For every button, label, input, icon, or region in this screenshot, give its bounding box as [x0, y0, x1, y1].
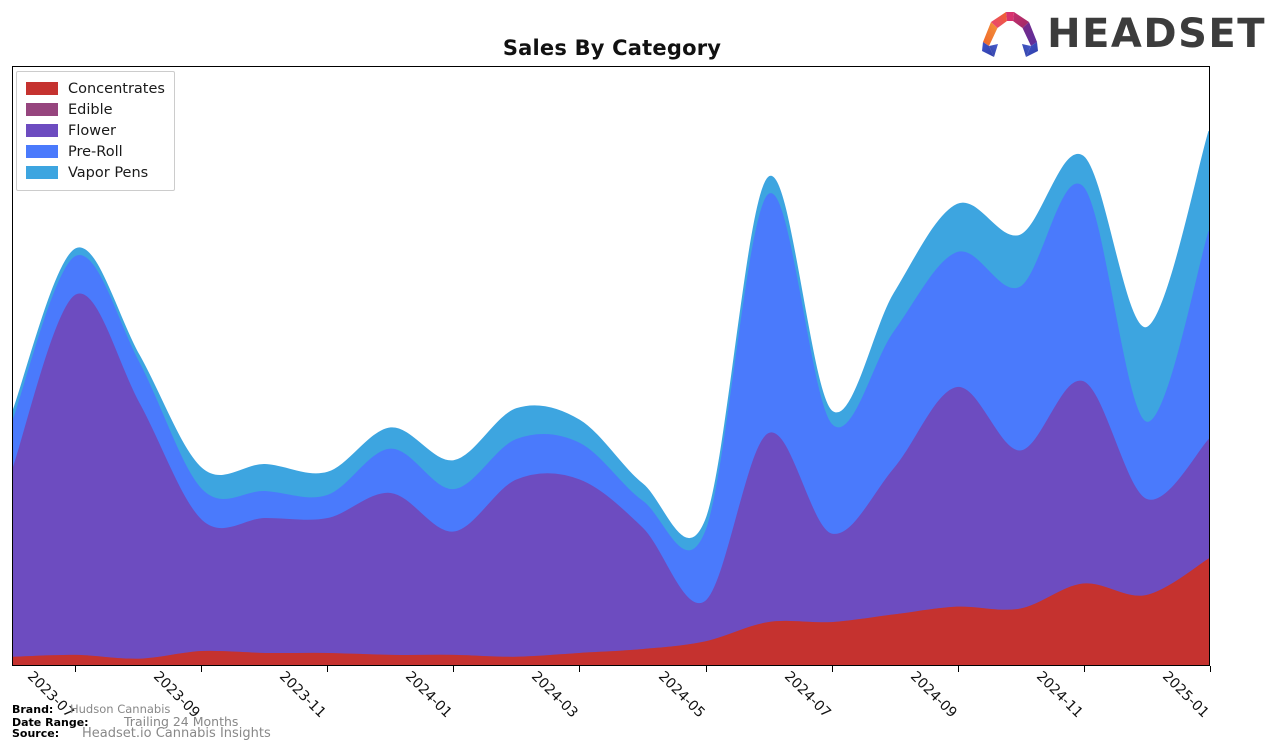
footer-key: Source: — [12, 727, 60, 741]
legend-item[interactable]: Concentrates — [26, 78, 165, 99]
x-axis-tick-label: 2024-03 — [528, 668, 582, 722]
area-series-group — [13, 130, 1209, 665]
x-axis-tick-label: 2024-11 — [1032, 668, 1086, 722]
x-axis-tick-label: 2024-07 — [780, 668, 834, 722]
x-axis-tick — [957, 666, 959, 672]
x-axis-tick-label: 2023-11 — [276, 668, 329, 722]
headset-logo-icon — [982, 12, 1039, 57]
legend-swatch-icon — [26, 82, 58, 95]
chart-footer: Brand: Hudson Cannabis Date Range: Trailing… — [12, 703, 271, 742]
legend-item-label: Concentrates — [68, 80, 165, 97]
x-axis-tick-label: 2024-05 — [654, 668, 708, 722]
legend-item-label: Vapor Pens — [68, 164, 149, 181]
legend-item-label: Pre-Roll — [68, 143, 123, 160]
legend-item[interactable]: Vapor Pens — [26, 162, 165, 183]
x-axis-tick — [831, 666, 833, 672]
legend-item-label: Flower — [68, 122, 116, 139]
x-axis-tick — [705, 666, 707, 672]
legend-swatch-icon — [26, 145, 58, 158]
chart-page: Sales By Category HEADSET Concentrates E… — [0, 0, 1276, 748]
legend-item[interactable]: Flower — [26, 120, 165, 141]
x-axis-tick — [453, 666, 455, 672]
footer-row: Source: Headset.io Cannabis Insights — [12, 726, 271, 742]
brand-logo: HEADSET — [981, 8, 1266, 60]
x-axis-tick — [579, 666, 581, 672]
x-axis-tick — [327, 666, 329, 672]
legend-swatch-icon — [26, 103, 58, 116]
plot-area — [12, 66, 1210, 666]
stacked-area-chart — [13, 130, 1209, 665]
x-axis-tick — [1083, 666, 1085, 672]
x-axis-tick — [201, 666, 203, 672]
legend-swatch-icon — [26, 166, 58, 179]
x-axis-tick — [75, 666, 77, 672]
x-axis-tick-label: 2024-01 — [402, 668, 456, 722]
chart-legend[interactable]: Concentrates Edible Flower Pre-Roll Vapor Pe… — [16, 71, 175, 191]
legend-swatch-icon — [26, 124, 58, 137]
legend-item-label: Edible — [68, 101, 113, 118]
legend-item[interactable]: Pre-Roll — [26, 141, 165, 162]
x-axis-tick — [1210, 666, 1211, 672]
x-axis-tick-label: 2025-01 — [1159, 668, 1212, 722]
footer-key: Brand: — [12, 703, 54, 716]
logo-text: HEADSET — [1047, 11, 1266, 57]
x-axis-tick-label: 2024-09 — [906, 668, 960, 722]
footer-value: Headset.io Cannabis Insights — [82, 726, 271, 742]
legend-item[interactable]: Edible — [26, 99, 165, 120]
